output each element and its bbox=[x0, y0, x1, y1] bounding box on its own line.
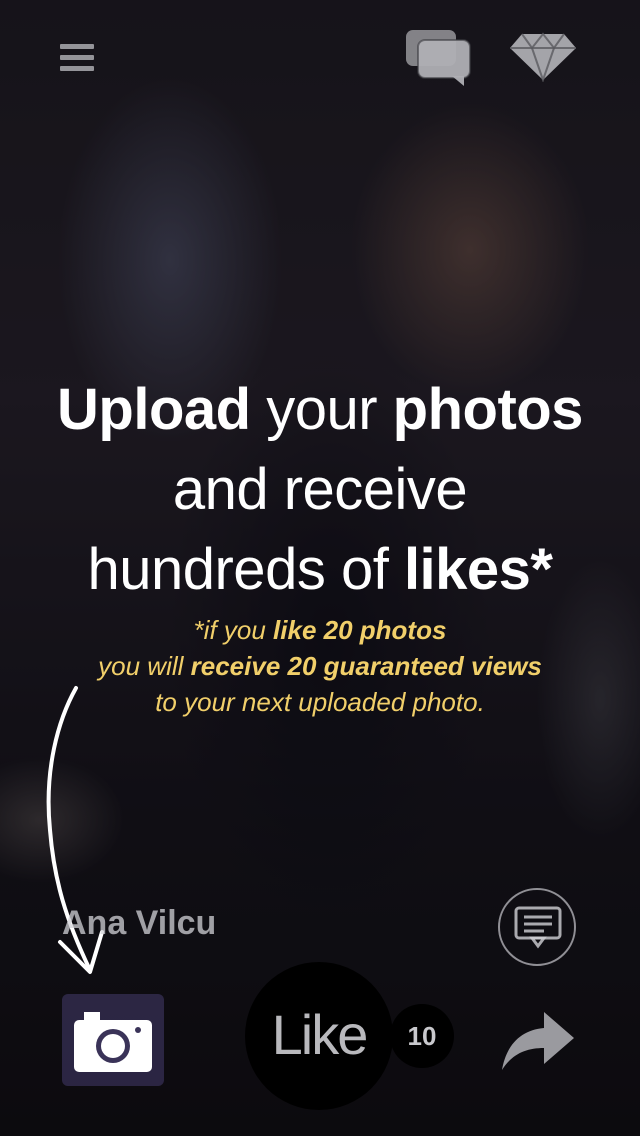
share-arrow-icon[interactable] bbox=[500, 1010, 576, 1072]
camera-icon bbox=[74, 1012, 152, 1072]
headline-line-2: and receive bbox=[172, 457, 468, 522]
comment-button[interactable] bbox=[498, 888, 576, 966]
comment-icon bbox=[514, 906, 562, 949]
headline-line-3: hundreds of likes* bbox=[87, 537, 553, 602]
diamond-icon[interactable] bbox=[508, 32, 578, 82]
footnote-line-1: *if you like 20 photos bbox=[193, 615, 447, 645]
like-label: Like bbox=[271, 1003, 369, 1066]
menu-icon[interactable] bbox=[60, 44, 94, 74]
photo-viewer-screen: Upload your photos and receive hundreds … bbox=[0, 0, 640, 1136]
camera-button[interactable] bbox=[62, 994, 164, 1086]
like-button[interactable]: Like bbox=[245, 962, 393, 1110]
chat-bubbles-icon[interactable] bbox=[404, 28, 472, 88]
user-name[interactable]: Ana Vilcu bbox=[62, 904, 216, 943]
headline-line-1: Upload your photos bbox=[57, 377, 583, 442]
footnote-line-2: you will receive 20 guaranteed views bbox=[98, 651, 542, 681]
promo-headline: Upload your photos and receive hundreds … bbox=[0, 370, 640, 610]
like-count-badge: 10 bbox=[390, 1004, 454, 1068]
